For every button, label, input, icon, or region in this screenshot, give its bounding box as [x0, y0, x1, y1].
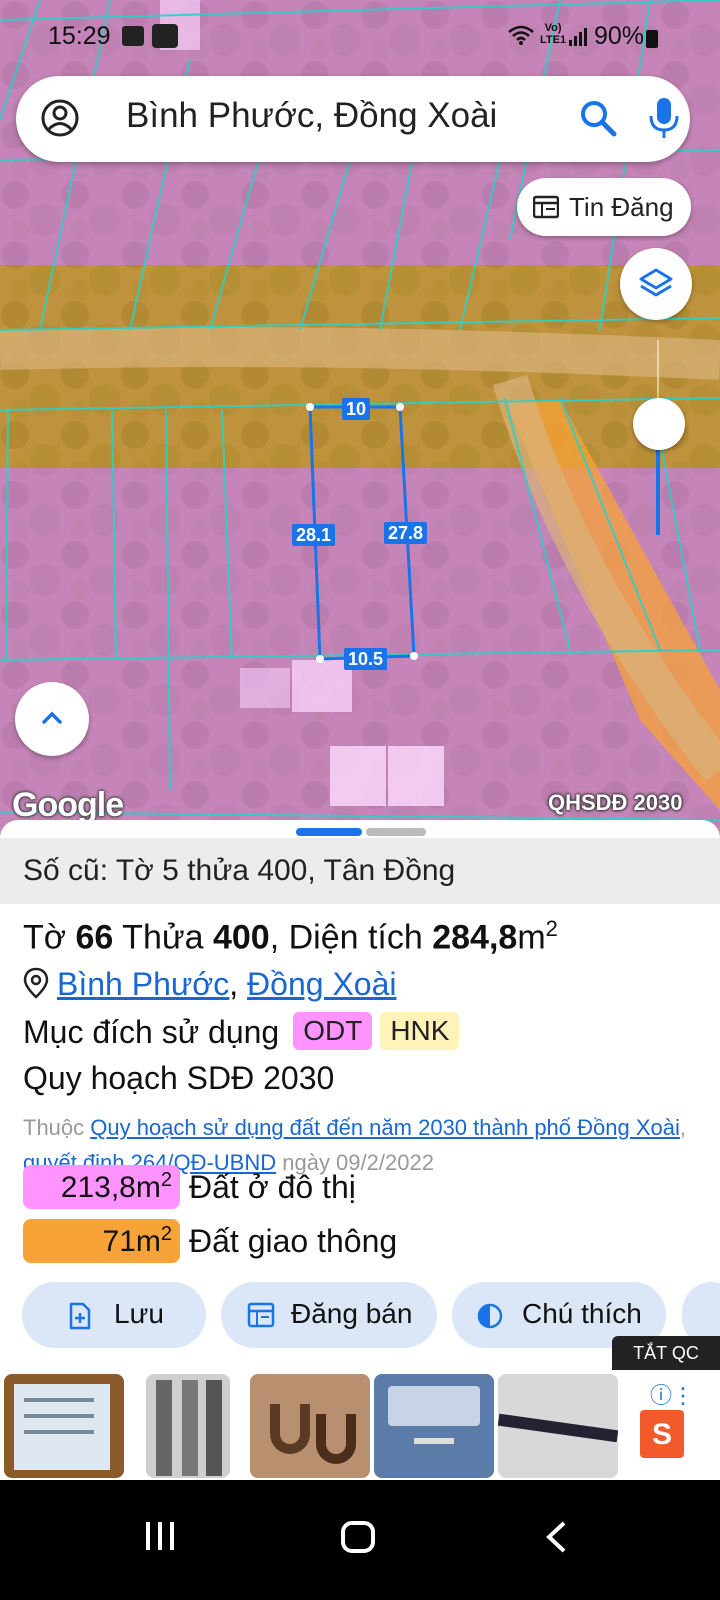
ad-item-3[interactable]: [250, 1374, 370, 1478]
area-value: 284,8: [432, 918, 518, 957]
status-time: 15:29: [48, 22, 111, 50]
wifi-icon: [508, 24, 534, 52]
area-row-traffic: 71m2 Đất giao thông: [23, 1219, 703, 1263]
layers-button[interactable]: [620, 248, 692, 320]
listing-icon: [247, 1302, 275, 1328]
decision-prefix: Thuộc: [23, 1115, 91, 1140]
area-value-traffic-text: 71m: [102, 1225, 161, 1258]
area-value-residential-text: 213,8m: [60, 1171, 161, 1204]
area-row-residential: 213,8m2 Đất ở đô thị: [23, 1165, 703, 1209]
measurement-top: 10: [342, 398, 371, 420]
area-label-residential: Đất ở đô thị: [189, 1169, 356, 1205]
volte-label: Vo): [544, 22, 562, 34]
gallery-notification-icon: [122, 26, 144, 46]
volte-indicator: Vo) LTE1: [540, 22, 566, 46]
app-notification-icon: [152, 24, 178, 48]
location-row: Bình Phước, Đồng Xoài: [23, 966, 396, 1003]
area-unit-exponent: 2: [545, 916, 558, 941]
plan-overlay-label: QHSDĐ 2030: [548, 790, 683, 815]
sheet-handle-active[interactable]: [296, 828, 362, 836]
battery-icon: [646, 30, 658, 48]
search-icon[interactable]: [576, 96, 620, 140]
decision-separator: ,: [679, 1115, 686, 1140]
listings-button[interactable]: Tin Đăng: [517, 178, 691, 236]
area-residential-exponent: 2: [160, 1169, 172, 1191]
ad-item-2[interactable]: [146, 1374, 230, 1478]
area-value-traffic: 71m2: [23, 1219, 180, 1263]
lte-label: LTE1: [540, 34, 567, 46]
layers-icon: [639, 268, 673, 297]
chevron-up-icon: [42, 711, 62, 724]
area-value-residential: 213,8m2: [23, 1165, 180, 1209]
overlay-opacity-slider[interactable]: [630, 340, 690, 540]
area-traffic-exponent: 2: [160, 1223, 172, 1245]
contrast-icon: [477, 1303, 503, 1329]
ad-item-1[interactable]: [4, 1374, 124, 1478]
parcel-number: 400: [212, 918, 270, 957]
sheet-number: 66: [75, 918, 114, 957]
system-nav-bar: [0, 1480, 720, 1600]
province-link[interactable]: Bình Phước: [57, 966, 229, 1002]
listings-label: Tin Đăng: [569, 192, 674, 222]
account-icon[interactable]: [40, 98, 80, 138]
post-sale-label: Đăng bán: [291, 1298, 413, 1329]
legend-label: Chú thích: [522, 1298, 642, 1329]
home-icon[interactable]: [340, 1520, 376, 1554]
parcel-label-thua: Thửa: [113, 918, 213, 957]
measurement-left: 28.1: [292, 524, 336, 546]
microphone-icon[interactable]: [644, 94, 684, 142]
ad-item-4[interactable]: [374, 1374, 494, 1478]
measurement-right: 27.8: [384, 522, 428, 544]
purpose-label: Mục đích sử dụng: [23, 1014, 280, 1050]
old-parcel-id: Số cũ: Tờ 5 thửa 400, Tân Đồng: [0, 838, 720, 904]
ad-info-icon[interactable]: ⓘ⋮: [650, 1378, 694, 1410]
sheet-label-to: Tờ: [23, 918, 76, 957]
city-link[interactable]: Đồng Xoài: [247, 966, 396, 1002]
expand-sheet-button[interactable]: [15, 682, 89, 756]
plan-title: Quy hoạch SDĐ 2030: [23, 1060, 335, 1096]
purpose-tag-hnk[interactable]: HNK: [380, 1012, 460, 1050]
back-icon[interactable]: [544, 1520, 568, 1554]
measurement-bottom: 10.5: [344, 648, 388, 670]
ad-banner[interactable]: ⓘ⋮ S: [0, 1370, 720, 1480]
ad-item-5[interactable]: [498, 1374, 618, 1478]
map-view[interactable]: 10 28.1 27.8 10.5 15:29 Vo) LTE1 90% Bìn…: [0, 0, 720, 840]
status-bar: 15:29 Vo) LTE1 90%: [0, 0, 720, 70]
area-label: , Diện tích: [269, 918, 433, 957]
recent-apps-icon[interactable]: [144, 1520, 176, 1552]
save-label: Lưu: [114, 1298, 164, 1329]
purpose-tag-odt[interactable]: ODT: [293, 1012, 373, 1050]
location-pin-icon: [23, 967, 49, 999]
plan-link[interactable]: Quy hoạch sử dụng đất đến năm 2030 thành…: [90, 1115, 680, 1140]
add-file-icon: [69, 1302, 91, 1330]
post-sale-button[interactable]: Đăng bán: [221, 1282, 437, 1348]
slider-thumb[interactable]: [633, 398, 685, 450]
sheet-handle[interactable]: [366, 828, 426, 836]
location-separator: ,: [229, 966, 248, 1002]
signal-icon: [568, 26, 588, 46]
land-use-purpose-row: Mục đích sử dụng ODT HNK: [23, 1012, 460, 1054]
listings-icon: [533, 195, 559, 219]
parcel-title: Tờ 66 Thửa 400, Diện tích 284,8m2: [23, 916, 558, 957]
close-ads-button[interactable]: TẮT QC: [612, 1336, 720, 1370]
save-button[interactable]: Lưu: [22, 1282, 206, 1348]
battery-level: 90%: [594, 22, 645, 50]
area-unit: m: [517, 918, 546, 957]
search-query[interactable]: Bình Phước, Đồng Xoài: [126, 96, 497, 136]
shop-app-icon[interactable]: S: [640, 1410, 684, 1458]
search-bar[interactable]: Bình Phước, Đồng Xoài: [16, 76, 690, 162]
area-label-traffic: Đất giao thông: [189, 1223, 398, 1259]
